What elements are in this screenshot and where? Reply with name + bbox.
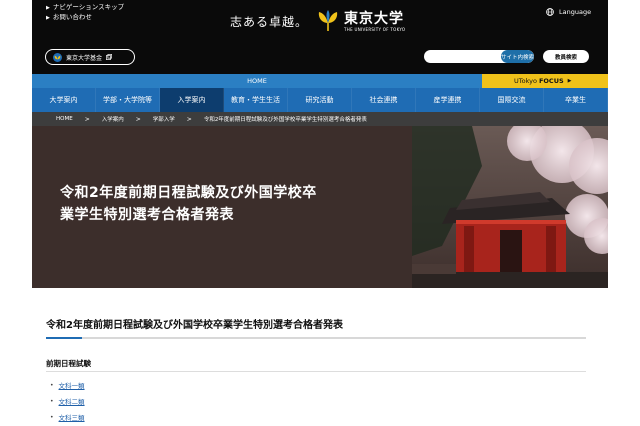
ginkgo-leaf-icon xyxy=(53,52,62,62)
faculty-search-button[interactable]: 教員検索 xyxy=(543,50,589,63)
slogan: 志ある卓越。 xyxy=(230,14,309,29)
utility-links: ▶ ナビゲーションスキップ ▶ お問い合わせ xyxy=(46,3,124,23)
page-frame: ▶ ナビゲーションスキップ ▶ お問い合わせ 志ある卓越。 東京大学 THE UNI… xyxy=(32,0,608,426)
university-logo[interactable]: 志ある卓越。 東京大学 THE UNIVERSITY OF TOKYO xyxy=(230,6,405,36)
nav-item-social[interactable]: 社会連携 xyxy=(352,88,416,112)
list-item: • 文科三類 xyxy=(50,410,85,426)
ginkgo-leaf-icon xyxy=(318,10,338,31)
title-divider xyxy=(46,337,586,339)
language-switcher[interactable]: Language xyxy=(546,8,591,16)
chevron-right-icon: > xyxy=(135,115,141,123)
breadcrumb-undergrad[interactable]: 学部入学 xyxy=(153,115,175,123)
contact-link[interactable]: ▶ お問い合わせ xyxy=(46,13,124,23)
bullet-icon: • xyxy=(50,414,54,421)
hero-banner: 令和2年度前期日程試験及び外国学校卒 業学生特別選考合格者発表 xyxy=(32,126,608,288)
fund-button[interactable]: 東京大学基金 xyxy=(45,49,135,65)
triangle-right-icon: ▶ xyxy=(46,15,50,21)
breadcrumb: HOME > 入学案内 > 学部入学 > 令和2年度前期日程試験及び外国学校卒業… xyxy=(32,112,608,126)
skip-nav-link[interactable]: ▶ ナビゲーションスキップ xyxy=(46,3,124,13)
nav-item-faculties[interactable]: 学部・大学院等 xyxy=(96,88,160,112)
bullet-icon: • xyxy=(50,398,54,405)
list-item: • 文科一類 xyxy=(50,378,85,394)
utokyo-focus-link[interactable]: UTokyo FOCUS ▶ xyxy=(482,74,608,88)
search-button[interactable]: サイト内検索 xyxy=(500,50,534,63)
nav-item-alumni[interactable]: 卒業生 xyxy=(544,88,608,112)
site-header: ▶ ナビゲーションスキップ ▶ お問い合わせ 志ある卓越。 東京大学 THE UNI… xyxy=(32,0,608,74)
section-heading: 前期日程試験 xyxy=(46,359,91,368)
external-link-icon xyxy=(106,54,112,60)
university-name-en: THE UNIVERSITY OF TOKYO xyxy=(344,26,406,32)
chevron-right-icon: > xyxy=(84,115,90,123)
chevron-right-icon: > xyxy=(186,115,192,123)
search-input[interactable] xyxy=(424,50,501,63)
breadcrumb-admissions[interactable]: 入学案内 xyxy=(102,115,124,123)
page-title: 令和2年度前期日程試験及び外国学校卒業学生特別選考合格者発表 xyxy=(46,320,343,331)
triangle-right-icon: ▶ xyxy=(567,78,572,84)
result-link-bunka2[interactable]: 文科二類 xyxy=(59,396,85,408)
section-divider xyxy=(46,371,586,372)
list-item: • 文科二類 xyxy=(50,394,85,410)
nav-item-about[interactable]: 大学案内 xyxy=(32,88,96,112)
globe-icon xyxy=(546,8,554,16)
result-link-bunka1[interactable]: 文科一類 xyxy=(59,380,85,392)
nav-item-international[interactable]: 国際交流 xyxy=(480,88,544,112)
akamon-gate-photo xyxy=(412,126,608,288)
hero-title: 令和2年度前期日程試験及び外国学校卒 業学生特別選考合格者発表 xyxy=(60,185,317,223)
main-nav: 大学案内 学部・大学院等 入学案内 教育・学生生活 研究活動 社会連携 産学連携… xyxy=(32,88,608,112)
title-divider-accent xyxy=(46,337,82,339)
nav-item-admissions[interactable]: 入学案内 xyxy=(160,88,224,112)
breadcrumb-home[interactable]: HOME xyxy=(56,116,73,122)
bullet-icon: • xyxy=(50,382,54,389)
language-label: Language xyxy=(559,8,592,16)
nav-item-education[interactable]: 教育・学生生活 xyxy=(224,88,288,112)
nav-item-industry[interactable]: 産学連携 xyxy=(416,88,480,112)
university-name: 東京大学 xyxy=(344,10,405,27)
result-link-list: • 文科一類 • 文科二類 • 文科三類 xyxy=(50,378,85,426)
nav-item-research[interactable]: 研究活動 xyxy=(288,88,352,112)
home-link[interactable]: HOME xyxy=(32,74,482,88)
result-link-bunka3[interactable]: 文科三類 xyxy=(59,412,85,424)
triangle-right-icon: ▶ xyxy=(46,5,50,11)
breadcrumb-current: 令和2年度前期日程試験及び外国学校卒業学生特別選考合格者発表 xyxy=(203,117,367,123)
site-search: サイト内検索 xyxy=(424,50,534,63)
